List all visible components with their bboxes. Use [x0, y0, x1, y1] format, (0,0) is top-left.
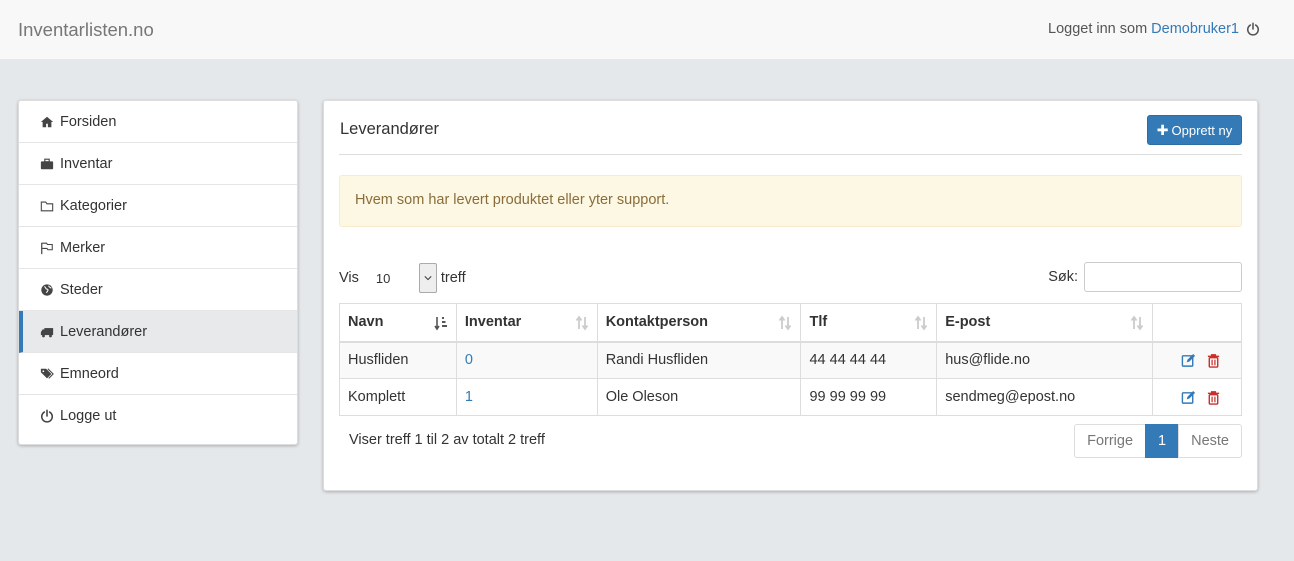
sidebar-item-logge-ut[interactable]: Logge ut: [19, 395, 297, 437]
user-info: Logget inn som Demobruker1: [1048, 21, 1260, 37]
trash-icon[interactable]: [1206, 353, 1221, 368]
cell-navn: Husfliden: [339, 341, 457, 379]
table-row: Komplett 1 Ole Oleson 99 99 99 99 sendme…: [339, 378, 1242, 416]
sort-icon: [1130, 315, 1144, 331]
sidebar-item-label: Kategorier: [60, 197, 127, 214]
pagination: Forrige 1 Neste: [1074, 424, 1242, 458]
suppliers-table: Navn Inventar Kontaktperson Tlf E-post H…: [339, 303, 1242, 416]
folder-icon: [39, 198, 55, 214]
sort-icon: [914, 315, 928, 331]
column-label: Tlf: [809, 314, 828, 331]
sidebar-item-label: Merker: [60, 239, 106, 256]
sort-icon: [779, 315, 792, 331]
divider: [339, 154, 1242, 155]
table-row: Husfliden 0 Randi Husfliden 44 44 44 44 …: [339, 341, 1242, 379]
column-label: Inventar: [464, 314, 522, 331]
inventar-count-link[interactable]: 1: [465, 389, 473, 405]
sidebar-item-label: Steder: [60, 281, 103, 298]
sidebar-item-label: Inventar: [60, 155, 113, 172]
sidebar-item-label: Leverandører: [60, 323, 148, 340]
sidebar-item-kategorier[interactable]: Kategorier: [19, 185, 297, 227]
cell-tlf: 44 44 44 44: [800, 341, 938, 379]
sidebar-item-leverandorer[interactable]: Leverandører: [19, 311, 297, 353]
sort-icon: [575, 315, 588, 331]
table-search: Søk:: [1048, 262, 1242, 292]
plus-icon: ✚: [1156, 121, 1169, 138]
search-label: Søk:: [1048, 269, 1078, 285]
table-header-row: Navn Inventar Kontaktperson Tlf E-post: [339, 303, 1242, 343]
brand-logo[interactable]: Inventarlisten.no: [18, 19, 154, 41]
edit-icon[interactable]: [1181, 390, 1196, 405]
sidebar-item-forsiden[interactable]: Forsiden: [19, 101, 297, 143]
inventar-count-link[interactable]: 0: [465, 352, 473, 368]
cell-kontakt: Ole Oleson: [596, 378, 802, 416]
navbar: Inventarlisten.no Logget inn som Demobru…: [0, 0, 1294, 60]
column-label: E-post: [945, 314, 991, 331]
cell-navn: Komplett: [339, 378, 457, 416]
edit-icon[interactable]: [1181, 353, 1196, 368]
cell-actions: [1152, 378, 1242, 416]
power-icon: [39, 408, 55, 424]
sidebar-item-label: Emneord: [60, 365, 119, 382]
length-suffix: treff: [440, 270, 466, 286]
cell-epost: sendmeg@epost.no: [936, 378, 1154, 416]
globe-icon: [39, 282, 55, 298]
cell-inventar: 0: [455, 341, 598, 379]
column-header-epost[interactable]: E-post: [936, 303, 1154, 343]
create-new-label: Opprett ny: [1171, 122, 1233, 138]
truck-icon: [39, 324, 55, 340]
cell-epost: hus@flide.no: [936, 341, 1154, 379]
page-title: Leverandører: [340, 120, 440, 138]
column-header-inventar[interactable]: Inventar: [455, 303, 598, 343]
column-label: Kontaktperson: [605, 314, 709, 331]
cell-actions: [1152, 341, 1242, 379]
column-header-actions: [1152, 303, 1242, 343]
pagination-prev[interactable]: Forrige: [1074, 424, 1147, 458]
flag-icon: [39, 240, 55, 256]
sidebar-item-emneord[interactable]: Emneord: [19, 353, 297, 395]
page-length-control: Vis 10 treff: [339, 263, 466, 293]
pagination-page-current[interactable]: 1: [1145, 424, 1180, 458]
cell-tlf: 99 99 99 99: [800, 378, 938, 416]
power-icon[interactable]: [1246, 22, 1260, 36]
briefcase-icon: [39, 156, 55, 172]
info-alert: Hvem som har levert produktet eller yter…: [339, 175, 1242, 227]
sidebar: Forsiden Inventar Kategorier Merker Sted…: [18, 100, 298, 445]
cell-inventar: 1: [455, 378, 598, 416]
trash-icon[interactable]: [1206, 390, 1221, 405]
sidebar-item-merker[interactable]: Merker: [19, 227, 297, 269]
main-panel: Leverandører ✚ Opprett ny Hvem som har l…: [323, 100, 1258, 491]
tags-icon: [39, 366, 55, 382]
logged-in-label: Logget inn som: [1048, 21, 1148, 37]
length-prefix: Vis: [339, 270, 359, 286]
username-link[interactable]: Demobruker1: [1151, 21, 1239, 37]
sidebar-item-inventar[interactable]: Inventar: [19, 143, 297, 185]
page-length-select[interactable]: 10: [362, 263, 437, 293]
pagination-next[interactable]: Neste: [1178, 424, 1242, 458]
cell-kontakt: Randi Husfliden: [596, 341, 802, 379]
column-header-tlf[interactable]: Tlf: [800, 303, 938, 343]
column-header-kontaktperson[interactable]: Kontaktperson: [596, 303, 802, 343]
column-header-navn[interactable]: Navn: [339, 303, 457, 343]
search-input[interactable]: [1084, 262, 1242, 292]
sidebar-item-label: Forsiden: [60, 113, 117, 130]
column-label: Navn: [348, 314, 384, 331]
table-info: Viser treff 1 til 2 av totalt 2 treff: [349, 432, 545, 448]
sidebar-item-steder[interactable]: Steder: [19, 269, 297, 311]
sort-asc-icon: [434, 317, 447, 331]
sidebar-item-label: Logge ut: [60, 408, 117, 424]
create-new-button[interactable]: ✚ Opprett ny: [1147, 115, 1242, 145]
home-icon: [39, 114, 55, 130]
